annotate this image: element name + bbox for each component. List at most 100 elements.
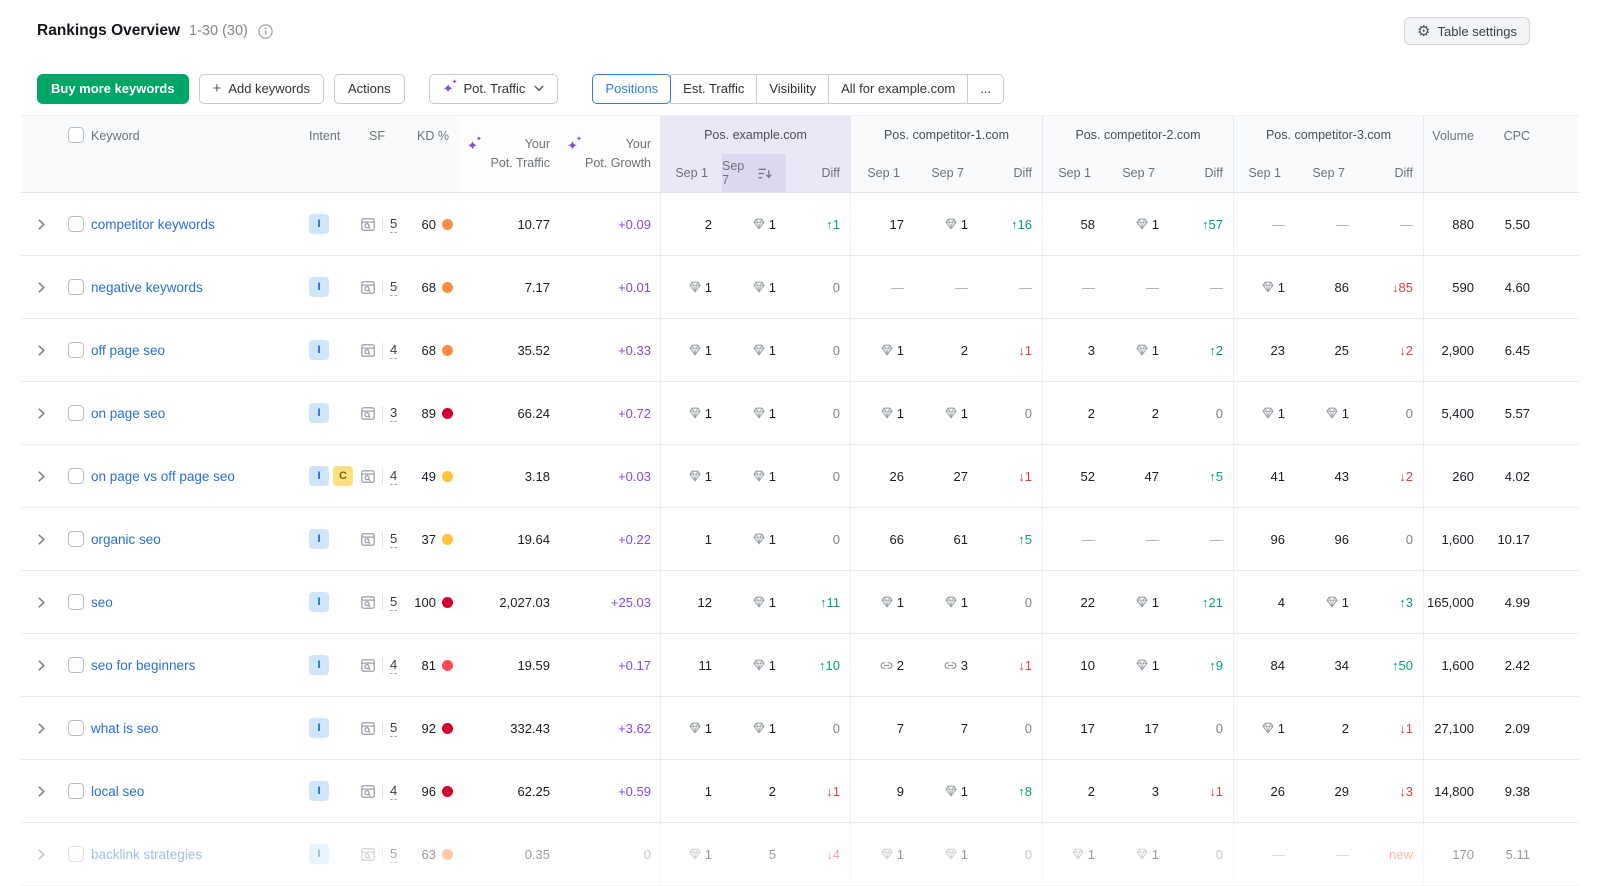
keyword-link[interactable]: seo	[91, 595, 113, 610]
subheader-example-diff[interactable]: Diff	[786, 154, 850, 192]
serp-preview-icon[interactable]	[361, 659, 375, 672]
expand-chevron-icon[interactable]	[34, 782, 49, 801]
serp-features-count[interactable]: 4	[390, 342, 397, 359]
column-header-kd[interactable]: KD %	[401, 116, 459, 192]
column-header-pot-growth[interactable]: ✦ YourPot. Growth	[559, 116, 660, 192]
expand-chevron-icon[interactable]	[34, 530, 49, 549]
select-all-checkbox[interactable]	[68, 127, 84, 143]
subheader-comp3-sep1[interactable]: Sep 1	[1233, 154, 1295, 192]
tab-more[interactable]: ...	[967, 74, 1004, 104]
intent-badge-I[interactable]: I	[309, 592, 329, 612]
metric-dropdown[interactable]: ✦ Pot. Traffic	[429, 74, 559, 104]
serp-features-count[interactable]: 4	[390, 657, 397, 674]
kd-dot	[442, 534, 453, 545]
keyword-link[interactable]: competitor keywords	[91, 217, 215, 232]
intent-badge-I[interactable]: I	[309, 781, 329, 801]
expand-chevron-icon[interactable]	[34, 656, 49, 675]
add-keywords-button[interactable]: + Add keywords	[199, 74, 324, 104]
expand-chevron-icon[interactable]	[34, 278, 49, 297]
keyword-link[interactable]: negative keywords	[91, 280, 203, 295]
keyword-link[interactable]: what is seo	[91, 721, 159, 736]
intent-badge-I[interactable]: I	[309, 403, 329, 423]
row-checkbox[interactable]	[68, 342, 84, 358]
serp-preview-icon[interactable]	[361, 533, 375, 546]
keyword-link[interactable]: local seo	[91, 784, 144, 799]
column-header-cpc[interactable]: CPC	[1495, 116, 1579, 192]
subheader-comp3-sep7[interactable]: Sep 7	[1295, 154, 1359, 192]
subheader-comp1-sep1[interactable]: Sep 1	[850, 154, 914, 192]
intent-badge-I[interactable]: I	[309, 340, 329, 360]
subheader-comp2-sep1[interactable]: Sep 1	[1042, 154, 1105, 192]
tab-all-for-domain[interactable]: All for example.com	[828, 74, 968, 104]
serp-features-count[interactable]: 5	[390, 279, 397, 296]
diff-cell-example: ↑11	[786, 571, 850, 633]
keyword-link[interactable]: seo for beginners	[91, 658, 195, 673]
intent-badge-I[interactable]: I	[309, 844, 329, 864]
intent-badge-I[interactable]: I	[309, 655, 329, 675]
serp-features-count[interactable]: 3	[390, 405, 397, 422]
expand-chevron-icon[interactable]	[34, 215, 49, 234]
expand-chevron-icon[interactable]	[34, 404, 49, 423]
keyword-link[interactable]: on page seo	[91, 406, 165, 421]
info-icon[interactable]	[258, 24, 273, 39]
intent-badge-I[interactable]: I	[309, 529, 329, 549]
serp-features-count[interactable]: 5	[390, 216, 397, 233]
column-header-volume[interactable]: Volume	[1423, 116, 1495, 192]
row-checkbox[interactable]	[68, 468, 84, 484]
serp-features-count[interactable]: 5	[390, 720, 397, 737]
row-checkbox[interactable]	[68, 783, 84, 799]
serp-preview-icon[interactable]	[361, 596, 375, 609]
row-checkbox[interactable]	[68, 720, 84, 736]
intent-badge-I[interactable]: I	[309, 718, 329, 738]
subheader-example-sep1[interactable]: Sep 1	[660, 154, 722, 192]
keyword-link[interactable]: backlink strategies	[91, 847, 202, 862]
keyword-link[interactable]: on page vs off page seo	[91, 469, 235, 484]
keyword-link[interactable]: off page seo	[91, 343, 165, 358]
serp-features-count[interactable]: 5	[390, 846, 397, 863]
actions-button[interactable]: Actions	[334, 74, 405, 104]
serp-features-count[interactable]: 4	[390, 468, 397, 485]
tab-positions[interactable]: Positions	[592, 74, 671, 104]
subheader-comp1-diff[interactable]: Diff	[978, 154, 1042, 192]
serp-features-count[interactable]: 5	[390, 531, 397, 548]
serp-preview-icon[interactable]	[361, 344, 375, 357]
expand-chevron-icon[interactable]	[34, 845, 49, 864]
row-checkbox[interactable]	[68, 216, 84, 232]
serp-preview-icon[interactable]	[361, 281, 375, 294]
serp-preview-icon[interactable]	[361, 470, 375, 483]
tab-est-traffic[interactable]: Est. Traffic	[670, 74, 757, 104]
intent-badge-I[interactable]: I	[309, 466, 329, 486]
column-header-pot-traffic[interactable]: ✦ YourPot. Traffic	[459, 116, 559, 192]
row-checkbox[interactable]	[68, 405, 84, 421]
subheader-comp2-diff[interactable]: Diff	[1169, 154, 1233, 192]
buy-more-keywords-button[interactable]: Buy more keywords	[37, 74, 189, 104]
row-checkbox[interactable]	[68, 846, 84, 862]
serp-preview-icon[interactable]	[361, 722, 375, 735]
subheader-comp1-sep7[interactable]: Sep 7	[914, 154, 978, 192]
row-checkbox[interactable]	[68, 594, 84, 610]
subheader-comp2-sep7[interactable]: Sep 7	[1105, 154, 1169, 192]
table-settings-button[interactable]: ⚙ Table settings	[1404, 17, 1530, 45]
subheader-example-sep7[interactable]: Sep 7	[722, 154, 786, 192]
row-checkbox[interactable]	[68, 279, 84, 295]
serp-features-count[interactable]: 4	[390, 783, 397, 800]
keyword-link[interactable]: organic seo	[91, 532, 161, 547]
column-header-intent[interactable]: Intent	[301, 116, 349, 192]
column-header-keyword[interactable]: Keyword	[91, 116, 301, 192]
serp-preview-icon[interactable]	[361, 218, 375, 231]
intent-badge-I[interactable]: I	[309, 214, 329, 234]
row-checkbox[interactable]	[68, 657, 84, 673]
tab-visibility[interactable]: Visibility	[756, 74, 829, 104]
expand-chevron-icon[interactable]	[34, 719, 49, 738]
subheader-comp3-diff[interactable]: Diff	[1359, 154, 1423, 192]
expand-chevron-icon[interactable]	[34, 467, 49, 486]
serp-features-count[interactable]: 5	[390, 594, 397, 611]
expand-chevron-icon[interactable]	[34, 593, 49, 612]
expand-chevron-icon[interactable]	[34, 341, 49, 360]
serp-preview-icon[interactable]	[361, 848, 375, 861]
row-checkbox[interactable]	[68, 531, 84, 547]
serp-preview-icon[interactable]	[361, 785, 375, 798]
column-header-sf[interactable]: SF	[349, 116, 401, 192]
serp-preview-icon[interactable]	[361, 407, 375, 420]
intent-badge-I[interactable]: I	[309, 277, 329, 297]
